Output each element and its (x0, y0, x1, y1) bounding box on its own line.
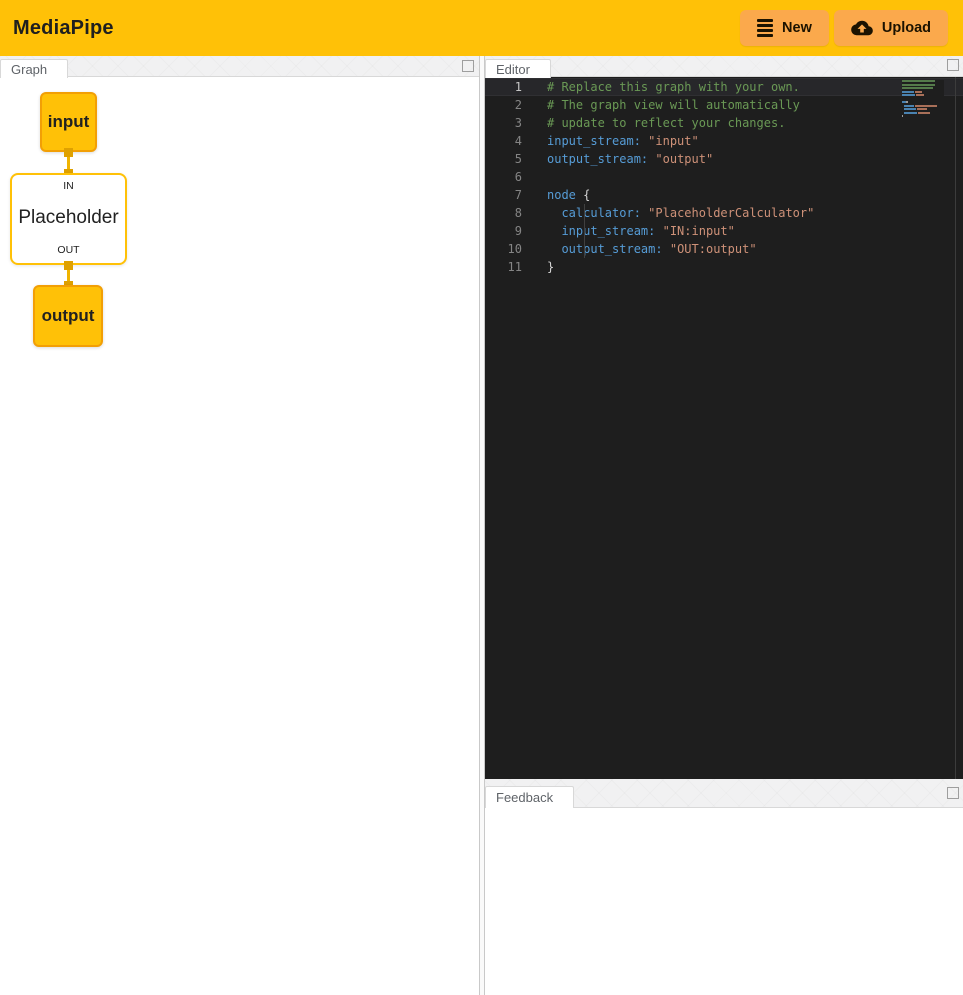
tab-feedback[interactable]: Feedback (485, 786, 574, 808)
placeholder-node-label: Placeholder (18, 207, 118, 229)
out-port-label: OUT (57, 244, 79, 256)
upload-button-label: Upload (882, 20, 931, 36)
feedback-tabbar: Feedback (485, 779, 963, 808)
graph-tab-label: Graph (11, 62, 47, 77)
input-node-label: input (48, 112, 90, 132)
editor-maximize-icon[interactable] (947, 59, 959, 71)
page-title: MediaPipe (13, 17, 114, 40)
graph-tabbar: Graph (0, 56, 479, 77)
app-header: MediaPipe New Upload (0, 0, 963, 56)
code-line: 8 calculator: "PlaceholderCalculator" (485, 204, 963, 222)
new-button[interactable]: New (740, 10, 829, 46)
graph-node-output[interactable]: output (33, 285, 103, 347)
code-lines: 1# Replace this graph with your own.2# T… (485, 78, 963, 276)
header-actions: New Upload (740, 10, 955, 46)
tab-graph[interactable]: Graph (0, 59, 68, 78)
input-output-port (64, 148, 73, 157)
code-line: 7node { (485, 186, 963, 204)
editor-tabbar: Editor (485, 56, 963, 77)
cloud-upload-icon (851, 19, 873, 37)
feedback-tab-label: Feedback (496, 790, 553, 805)
graph-maximize-icon[interactable] (462, 60, 474, 72)
tab-editor[interactable]: Editor (485, 59, 551, 78)
feedback-content (485, 808, 963, 995)
right-column: Editor 1# Replace this graph with your o… (485, 56, 963, 995)
editor-tab-label: Editor (496, 62, 530, 77)
graph-node-placeholder[interactable]: IN Placeholder OUT (10, 173, 127, 265)
editor-minimap[interactable] (902, 80, 944, 119)
graph-canvas: input IN Placeholder OUT output (0, 77, 479, 995)
code-line: 6 (485, 168, 963, 186)
code-line: 2# The graph view will automatically (485, 96, 963, 114)
code-line: 10 output_stream: "OUT:output" (485, 240, 963, 258)
upload-button[interactable]: Upload (834, 10, 948, 46)
new-button-label: New (782, 20, 812, 36)
placeholder-out-port (64, 261, 73, 270)
code-line: 9 input_stream: "IN:input" (485, 222, 963, 240)
code-line: 1# Replace this graph with your own. (485, 78, 963, 96)
feedback-maximize-icon[interactable] (947, 787, 959, 799)
graph-node-input[interactable]: input (40, 92, 97, 152)
code-line: 3# update to reflect your changes. (485, 114, 963, 132)
code-line: 5output_stream: "output" (485, 150, 963, 168)
reorder-icon (757, 19, 773, 37)
code-line: 11} (485, 258, 963, 276)
code-editor[interactable]: 1# Replace this graph with your own.2# T… (485, 77, 963, 779)
in-port-label: IN (63, 180, 74, 192)
overview-ruler (955, 77, 956, 779)
code-line: 4input_stream: "input" (485, 132, 963, 150)
graph-panel: Graph input IN Placeholder OUT output (0, 56, 479, 995)
output-node-label: output (42, 306, 95, 326)
